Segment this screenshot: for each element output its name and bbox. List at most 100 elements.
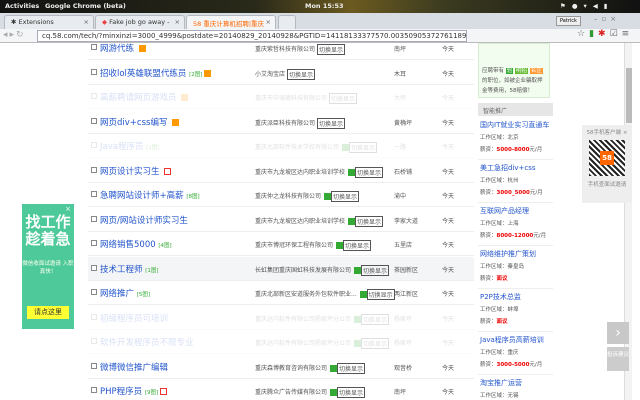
company-name[interactable]: 重庆北部新区安道服务外包软件职业...	[255, 291, 357, 298]
row-checkbox[interactable]	[91, 338, 97, 344]
switch-display-button[interactable]: 切换显示	[316, 117, 345, 129]
company-name[interactable]: 小艾淘宝店	[255, 71, 285, 78]
row-checkbox[interactable]	[91, 93, 97, 99]
tab-58-jobs[interactable]: 58 重庆计算机招聘|重庆 ×	[186, 15, 276, 29]
promo-salary: 面议	[496, 319, 508, 325]
promo-title[interactable]: 美工急招div+css	[480, 162, 551, 175]
area-label: 工作区域：	[480, 177, 508, 184]
job-title-link[interactable]: 技术工程师 [1图]	[100, 263, 159, 275]
job-title: 网页div+css编写	[100, 117, 168, 128]
job-title-link[interactable]: Java程序员 [1图]	[100, 140, 159, 152]
close-icon[interactable]: ×	[65, 205, 71, 213]
company-name[interactable]: 重庆市博冠环保工程有限公司	[255, 242, 333, 249]
switch-display-button[interactable]: 切换显示	[360, 264, 389, 276]
row-checkbox[interactable]	[91, 313, 97, 320]
job-title-link[interactable]: 急聘网站设计师+高薪 [8图]	[100, 189, 200, 201]
job-title-link[interactable]: 网页/网站设计师实习生	[100, 214, 188, 226]
promo-title[interactable]: Java程序员高薪培训	[480, 334, 551, 347]
row-checkbox[interactable]	[91, 117, 97, 124]
row-checkbox[interactable]	[91, 68, 97, 75]
row-checkbox[interactable]	[91, 289, 97, 295]
promo-title[interactable]: 网络维护推广策划	[480, 248, 551, 261]
job-area: 一路	[394, 144, 407, 151]
ad-banner[interactable]: × 找工作 趁着急 微信收面试邀请 入职真快！ 请点这里	[22, 204, 74, 329]
company-name[interactable]: 重庆紫哲科技有限公司	[255, 46, 315, 53]
company-name[interactable]: 重庆市九龙坡区达内职业培训学校	[255, 169, 345, 176]
switch-display-button[interactable]: 切换显示	[330, 191, 359, 202]
row-checkbox[interactable]	[91, 362, 97, 369]
scrollbar-thumb[interactable]	[626, 68, 632, 123]
row-checkbox[interactable]	[91, 166, 97, 173]
job-title-link[interactable]: 网游代练	[100, 43, 146, 54]
company-cell: 长虹集团重庆国虹科技发展有限公司 切换显示	[255, 264, 389, 276]
row-checkbox[interactable]	[91, 240, 97, 246]
picture-count: [2图]	[189, 71, 203, 78]
job-title-link[interactable]: 网页div+css编写	[100, 116, 180, 128]
switch-display-button[interactable]: 切换显示	[336, 362, 365, 374]
job-title-link[interactable]: 网页设计实习生	[100, 165, 172, 177]
row-checkbox[interactable]	[91, 44, 97, 50]
star-extension-menu-icons[interactable]: ☆▮✱☑≡	[577, 29, 633, 39]
switch-display-button[interactable]: 切换显示	[336, 387, 365, 398]
company-name[interactable]: 重庆市中瑞德科技有限公司	[255, 95, 327, 102]
job-title-link[interactable]: 招收lol英雄联盟代练员 [2图]	[100, 67, 212, 79]
switch-display-button[interactable]: 切换显示	[348, 142, 377, 153]
switch-display-button[interactable]: 切换显示	[354, 215, 383, 227]
salary-label: 薪资：	[480, 190, 497, 196]
back-forward-reload-icons[interactable]: ◂▸↻	[3, 30, 26, 40]
company-name[interactable]: 重庆森博教育咨询有限公司	[255, 365, 327, 372]
row-checkbox[interactable]	[91, 215, 97, 222]
verified-icon	[329, 364, 337, 372]
tab-extensions[interactable]: ✱ Extensions ×	[4, 15, 94, 29]
tab-fake-job[interactable]: ◆ Fake job go away - ×	[95, 15, 185, 29]
job-row: 高薪聘请网页游戏员 重庆市中瑞德科技有限公司 切换显示 大坪 今天	[88, 85, 474, 109]
job-title-link[interactable]: 微博微信推广编辑	[100, 361, 168, 373]
promo-area-line: 工作区域：无锡	[480, 390, 551, 400]
company-name[interactable]: 重庆达内软件有限公司杨家坪分公司	[255, 316, 351, 323]
job-title-link[interactable]: 初级程序员可培训	[100, 312, 168, 324]
company-name[interactable]: 长虹集团重庆国虹科技发展有限公司	[255, 267, 351, 274]
job-title-link[interactable]: 高薪聘请网页游戏员	[100, 91, 189, 103]
company-name[interactable]: 重庆派臣科技有限公司	[255, 120, 315, 127]
job-title-link[interactable]: 网络推广 [5图]	[100, 287, 150, 299]
switch-display-button[interactable]: 切换显示	[286, 68, 315, 80]
row-checkbox[interactable]	[91, 191, 97, 197]
switch-display-button[interactable]: 切换显示	[316, 44, 345, 55]
system-tray-icons[interactable]: ⚑●▾◀▮	[560, 2, 613, 10]
job-title-link[interactable]: PHP程序员 [9图]	[100, 385, 168, 397]
company-name[interactable]: 重庆市九龙坡区达内职业培训学校	[255, 218, 345, 225]
new-tab-button[interactable]	[278, 15, 296, 29]
job-title-link[interactable]: 网络销售5000 [4图]	[100, 238, 172, 250]
job-title-link[interactable]: 软件开发程序员不限专业	[100, 336, 194, 348]
address-bar[interactable]: cq.58.com/tech/?minxinzi=3000_4999&postd…	[37, 30, 467, 42]
row-checkbox[interactable]	[91, 142, 97, 148]
switch-display-button[interactable]: 切换显示	[328, 93, 357, 104]
close-tab-icon[interactable]: ×	[84, 18, 89, 26]
close-tab-icon[interactable]: ×	[175, 18, 180, 26]
profile-button[interactable]: Patrick	[556, 16, 581, 26]
switch-display-button[interactable]: 切换显示	[342, 240, 371, 251]
company-name[interactable]: 重庆腾众广告传媒有限公司	[255, 389, 327, 396]
ad-button[interactable]: 请点这里	[27, 306, 69, 319]
promo-title[interactable]: 互联网产品经理	[480, 205, 551, 218]
window-controls[interactable]: –▫×	[594, 15, 620, 23]
promo-title[interactable]: 淘宝推广运营	[480, 377, 551, 390]
switch-display-button[interactable]: 切换显示	[360, 313, 389, 325]
row-checkbox[interactable]	[91, 264, 97, 271]
close-tab-icon[interactable]: ×	[266, 18, 271, 26]
feedback-button[interactable]: 投诉建议	[607, 347, 629, 371]
switch-display-button[interactable]: 切换显示	[366, 289, 395, 300]
switch-display-button[interactable]: 切换显示	[360, 338, 389, 349]
chevron-right-button[interactable]: ›	[607, 322, 629, 344]
promo-area: 秦皇岛	[507, 263, 525, 270]
job-area: 茶园新区	[394, 266, 419, 274]
row-checkbox[interactable]	[91, 387, 97, 393]
company-name[interactable]: 重庆仲之龙科技有限公司	[255, 193, 321, 200]
promo-title[interactable]: 国内IT就业实习直通车	[480, 119, 551, 132]
activities-button[interactable]: Activities	[5, 2, 39, 10]
promo-title[interactable]: P2P技术总监	[480, 291, 551, 304]
company-name[interactable]: 重庆达内软件有限公司杨家坪分公司	[255, 340, 351, 347]
company-name[interactable]: 重庆北部软件技术学校有限公司	[255, 144, 339, 151]
switch-display-button[interactable]: 切换显示	[354, 166, 383, 178]
close-icon[interactable]: ×	[623, 130, 628, 136]
